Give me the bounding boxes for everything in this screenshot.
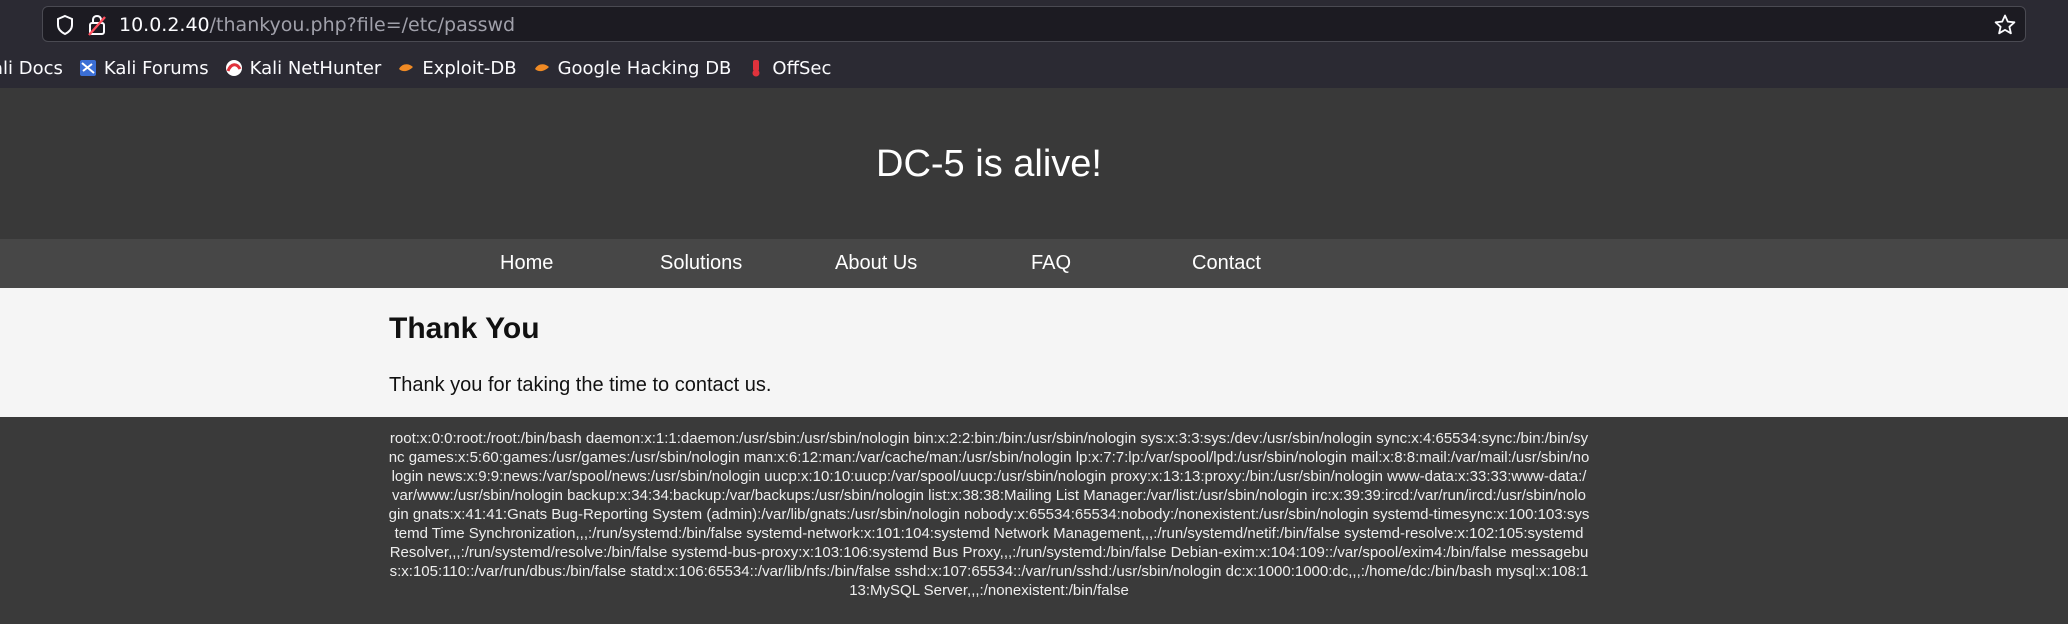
address-bar[interactable]: 10.0.2.40/thankyou.php?file=/etc/passwd <box>42 6 2026 42</box>
bookmark-exploit-db[interactable]: Exploit-DB <box>397 57 517 79</box>
bookmark-label: Kali NetHunter <box>249 57 382 79</box>
url-text[interactable]: 10.0.2.40/thankyou.php?file=/etc/passwd <box>119 14 515 36</box>
main-content: Thank You Thank you for taking the time … <box>0 288 2068 417</box>
site-header: DC-5 is alive! <box>0 88 2068 239</box>
bookmark-label: OffSec <box>772 57 832 79</box>
page-heading: Thank You <box>389 312 540 345</box>
bookmark-kali-nethunter[interactable]: Kali NetHunter <box>225 57 382 79</box>
site-title: DC-5 is alive! <box>876 143 1102 185</box>
offsec-icon <box>752 60 760 77</box>
insecure-lock-icon[interactable] <box>87 13 107 37</box>
bookmark-star-icon[interactable] <box>1993 13 2017 37</box>
bookmark-label: Google Hacking DB <box>557 57 732 79</box>
nav-faq[interactable]: FAQ <box>1031 251 1071 275</box>
kali-nethunter-icon <box>225 60 242 76</box>
google-hacking-db-icon <box>534 64 549 72</box>
url-path: /thankyou.php?file=/etc/passwd <box>209 14 516 36</box>
nav-solutions[interactable]: Solutions <box>660 251 742 275</box>
included-file-output: root:x:0:0:root:/root:/bin/bash daemon:x… <box>388 430 1590 599</box>
nav-contact[interactable]: Contact <box>1192 251 1261 275</box>
bookmark-kali-forums[interactable]: Kali Forums <box>79 58 209 79</box>
nav-about-us[interactable]: About Us <box>835 251 917 275</box>
bookmark-kali-docs[interactable]: ali Docs <box>0 58 63 79</box>
bookmark-label: Exploit-DB <box>422 57 517 79</box>
bookmark-label: Kali Forums <box>103 57 209 79</box>
tracking-protection-shield-icon[interactable] <box>55 14 75 36</box>
url-host: 10.0.2.40 <box>119 14 210 36</box>
exploit-db-icon <box>399 64 414 72</box>
bookmark-google-hacking-db[interactable]: Google Hacking DB <box>533 57 732 79</box>
bookmark-label: ali Docs <box>0 57 63 79</box>
main-nav: Home Solutions About Us FAQ Contact <box>0 239 2068 288</box>
thank-you-message: Thank you for taking the time to contact… <box>389 374 772 396</box>
bookmarks-toolbar: ali Docs Kali Forums Kali NetHunter Expl… <box>0 52 847 84</box>
bookmark-offsec[interactable]: OffSec <box>747 58 831 79</box>
nav-home[interactable]: Home <box>500 251 553 275</box>
browser-chrome: 10.0.2.40/thankyou.php?file=/etc/passwd … <box>0 0 2068 88</box>
kali-forums-icon <box>79 60 96 76</box>
footer: root:x:0:0:root:/root:/bin/bash daemon:x… <box>0 417 2068 624</box>
